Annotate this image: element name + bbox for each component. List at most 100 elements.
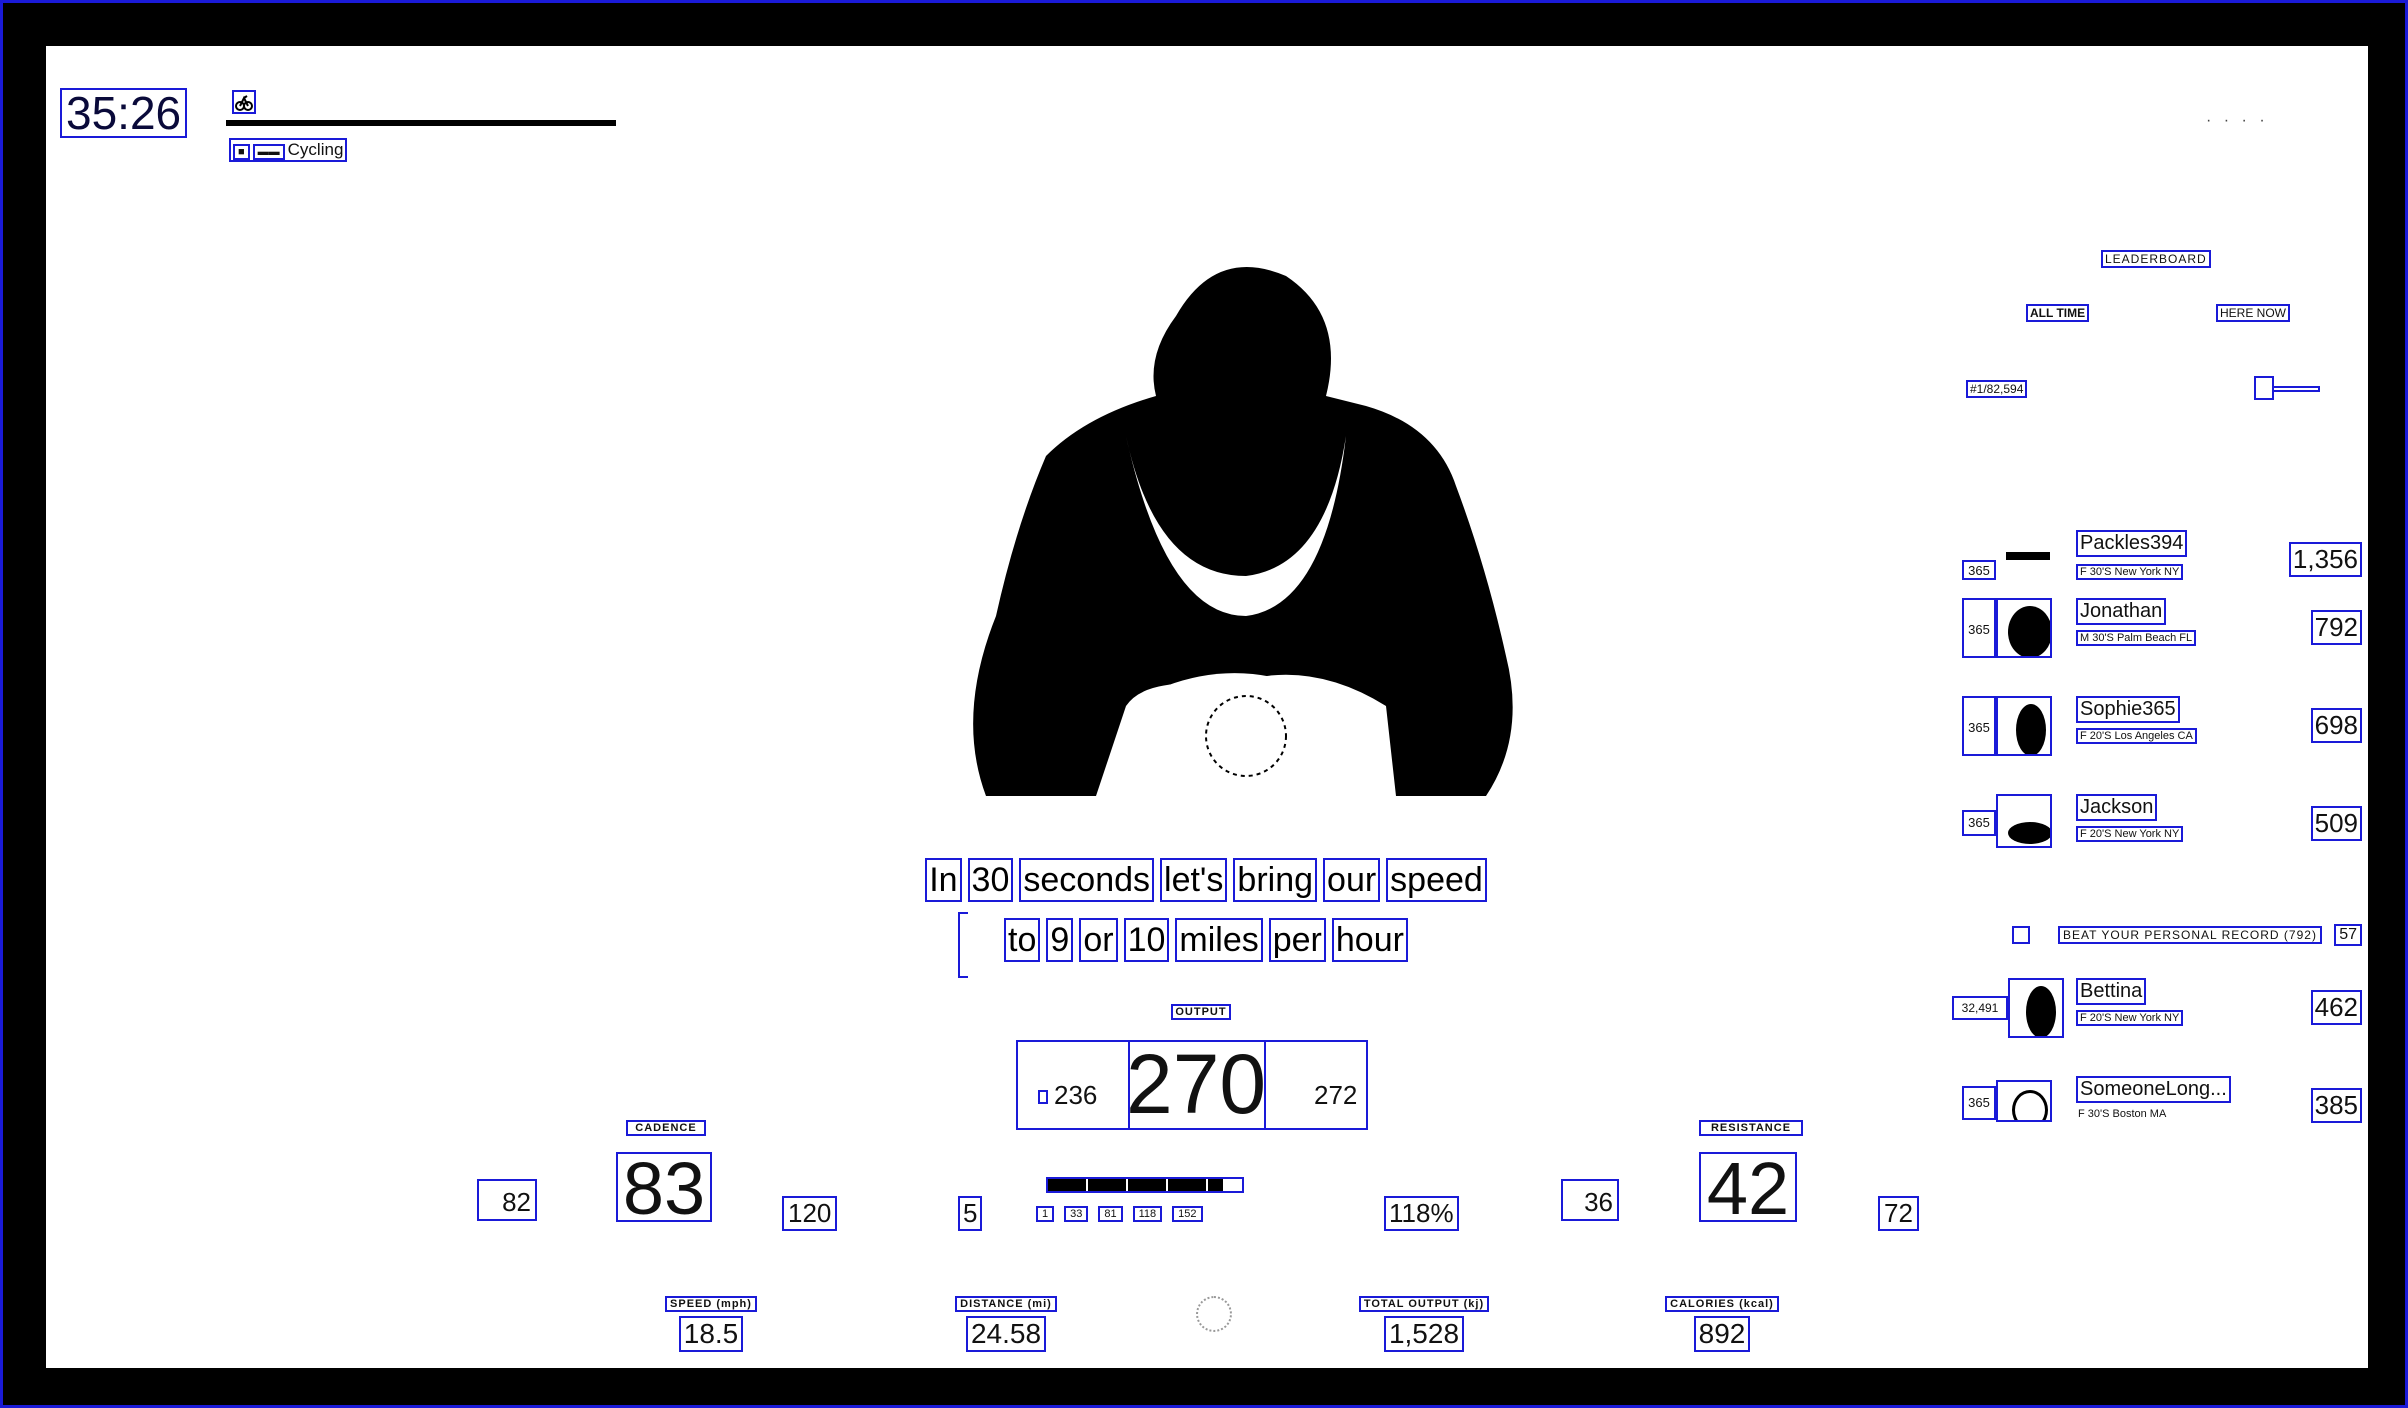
leaderboard-row[interactable]: 365 Sophie365 F 20'S Los Angeles CA 698 <box>1962 696 2362 756</box>
leaderboard-title: LEADERBOARD <box>2101 250 2211 268</box>
metric-label: DISTANCE (mi) <box>955 1296 1057 1312</box>
avatar <box>1996 1080 2052 1122</box>
badge: 365 <box>1962 560 1996 580</box>
personal-record-gap: 57 <box>2334 924 2362 946</box>
leaderboard-row[interactable]: 365 Packles394 F 30'S New York NY 1,356 <box>1962 530 2362 590</box>
rider-details: F 20'S Los Angeles CA <box>2076 728 2197 744</box>
rider-details: M 30'S Palm Beach FL <box>2076 630 2197 646</box>
caption-word: to <box>1004 918 1041 962</box>
rider-details: F 20'S New York NY <box>2076 826 2184 842</box>
avatar <box>1996 550 2052 570</box>
caption-word: 9 <box>1046 918 1074 962</box>
metric-label: CALORIES (kcal) <box>1665 1296 1779 1312</box>
caption-word: or <box>1079 918 1118 962</box>
power-zone-number: 5 <box>958 1196 983 1231</box>
leaderboard-toggle[interactable] <box>2254 376 2320 400</box>
zone-tick <box>1126 1179 1128 1191</box>
metric-distance: DISTANCE (mi) 24.58 <box>926 1294 1086 1352</box>
toggle-knob <box>2254 376 2274 400</box>
toggle-track <box>2272 386 2320 392</box>
avatar <box>1996 598 2052 658</box>
personal-record-text: BEAT YOUR PERSONAL RECORD (792) <box>2058 926 2322 944</box>
rider-name: Jonathan <box>2076 598 2167 625</box>
caption-word: let's <box>1160 858 1228 902</box>
cadence-value: 83 <box>616 1152 712 1226</box>
caption-word: 30 <box>967 858 1014 902</box>
screen-border: 35:26 ■ ▬▬ Cycling · · · · In 30 seconds l… <box>0 0 2408 1408</box>
resistance-low: 36 <box>1561 1179 1619 1221</box>
output-label: OUTPUT <box>1171 1004 1231 1020</box>
class-tag: ▬▬ <box>252 144 285 160</box>
zone-scale-label: 152 <box>1172 1206 1203 1222</box>
caption-bracket <box>958 912 968 978</box>
leaderboard-row[interactable]: 365 Jackson F 20'S New York NY 509 <box>1962 794 2362 854</box>
avatar <box>2008 978 2064 1038</box>
caption-word: bring <box>1233 858 1318 902</box>
rider-name: SomeoneLong... <box>2076 1076 2231 1103</box>
metric-value: 892 <box>1693 1316 1751 1352</box>
resistance-high: 72 <box>1878 1196 1919 1231</box>
caption-line-1: In 30 seconds let's bring our speed <box>906 858 1506 902</box>
caption-word: hour <box>1331 918 1408 962</box>
metric-total-output: TOTAL OUTPUT (kj) 1,528 <box>1334 1294 1514 1352</box>
power-zone-percent: 118% <box>1384 1196 1459 1231</box>
rider-name: Packles394 <box>2076 530 2188 557</box>
avatar <box>1996 794 2052 848</box>
class-meta: ■ ▬▬ Cycling <box>229 138 348 162</box>
cadence-low: 82 <box>477 1179 537 1221</box>
avatar <box>1996 696 2052 756</box>
badge: 365 <box>1962 1086 1996 1120</box>
caption-word: In <box>925 858 962 902</box>
bike-icon <box>232 90 256 114</box>
caption-word: seconds <box>1019 858 1155 902</box>
rider-output: 385 <box>2310 1088 2362 1123</box>
rider-output: 792 <box>2310 610 2362 645</box>
caption-line-2: to 9 or 10 miles per hour <box>906 912 1506 978</box>
power-zone-bar <box>1046 1177 1244 1193</box>
trophy-icon <box>2012 926 2030 944</box>
rider-name: Jackson <box>2076 794 2158 821</box>
tab-all-time[interactable]: ALL TIME <box>2026 304 2090 322</box>
rider-details: F 30'S New York NY <box>2076 564 2184 580</box>
rider-output: 1,356 <box>2288 542 2362 577</box>
zone-tick <box>1166 1179 1168 1191</box>
rider-details: F 30'S Boston MA <box>2078 1108 2167 1120</box>
badge: 365 <box>1962 598 1996 658</box>
metric-calories: CALORIES (kcal) 892 <box>1642 1294 1802 1352</box>
personal-record-row: BEAT YOUR PERSONAL RECORD (792) 57 <box>2012 924 2362 946</box>
output-value: 270 <box>1126 1037 1267 1131</box>
zone-tick <box>1206 1179 1208 1191</box>
class-player: 35:26 ■ ▬▬ Cycling · · · · In 30 seconds l… <box>46 46 2368 1368</box>
leaderboard-row[interactable]: 32,491 Bettina F 20'S New York NY 462 <box>1952 978 2362 1038</box>
badge: 365 <box>1962 696 1996 756</box>
output-panel: 236 270 272 <box>1016 1037 1368 1131</box>
caption-word: miles <box>1175 918 1263 962</box>
badge: 365 <box>1962 810 1996 836</box>
metric-value: 18.5 <box>678 1316 744 1352</box>
class-type: Cycling <box>287 140 344 159</box>
caption: In 30 seconds let's bring our speed to 9… <box>906 858 1506 978</box>
metric-label: TOTAL OUTPUT (kj) <box>1358 1296 1490 1312</box>
class-progress-bar[interactable] <box>226 120 616 126</box>
caption-word: 10 <box>1123 918 1170 962</box>
metric-speed: SPEED (mph) 18.5 <box>656 1294 766 1352</box>
status-indicator: · · · · <box>2206 112 2269 129</box>
leaderboard-row[interactable]: 365 Jonathan M 30'S Palm Beach FL 792 <box>1962 598 2362 658</box>
rider-name: Bettina <box>2076 978 2147 1005</box>
power-zone-scale: 1 33 81 118 152 <box>1036 1206 1203 1222</box>
output-min: 236 <box>1038 1080 1097 1111</box>
zone-scale-label: 81 <box>1098 1206 1123 1222</box>
rider-name: Sophie365 <box>2076 696 2180 723</box>
leaderboard-count: #1/82,594 <box>1966 380 2028 398</box>
rider-output: 509 <box>2310 806 2362 841</box>
loading-spinner-icon <box>1196 1296 1232 1332</box>
metric-label: SPEED (mph) <box>665 1296 757 1312</box>
output-max: 272 <box>1314 1080 1358 1110</box>
zone-tick <box>1086 1179 1088 1191</box>
metric-value: 1,528 <box>1383 1316 1465 1352</box>
leaderboard-row[interactable]: 365 SomeoneLong... F 30'S Boston MA 385 <box>1962 1076 2362 1136</box>
zone-scale-label: 118 <box>1132 1206 1163 1222</box>
caption-word: per <box>1268 918 1326 962</box>
output-min-icon <box>1038 1090 1048 1105</box>
tab-here-now[interactable]: HERE NOW <box>2216 304 2290 322</box>
